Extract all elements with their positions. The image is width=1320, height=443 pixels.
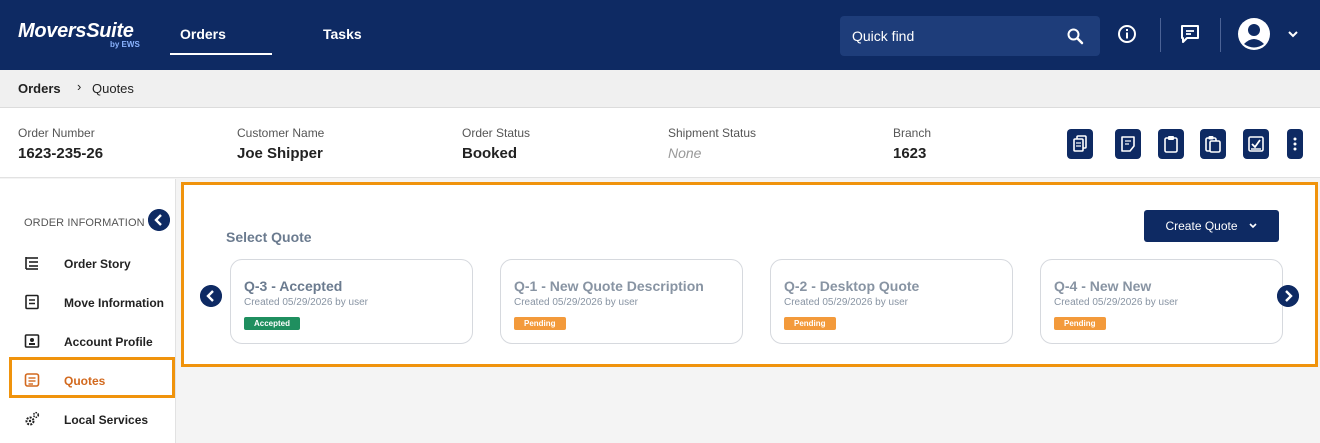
clipboard-copy-icon	[1205, 136, 1221, 153]
quotes-highlight-outline	[9, 357, 175, 398]
clipboard-button[interactable]	[1158, 129, 1184, 159]
order-number-value: 1623-235-26	[18, 145, 104, 162]
topbar-divider	[1160, 18, 1161, 52]
checklist-icon	[1248, 136, 1264, 152]
nav-tab-tasks[interactable]: Tasks	[323, 26, 362, 42]
user-avatar-icon[interactable]	[1237, 17, 1271, 51]
sidebar-item-order-story[interactable]: Order Story	[0, 244, 176, 282]
quote-card[interactable]: Q-3 - Accepted Created 05/29/2026 by use…	[230, 259, 473, 344]
select-quote-heading: Select Quote	[226, 229, 312, 245]
status-badge: Pending	[784, 317, 836, 330]
carousel-next-icon[interactable]	[1277, 285, 1299, 307]
order-status-label: Order Status	[462, 126, 531, 140]
clipboard-icon	[1164, 136, 1178, 153]
topbar-divider	[1220, 18, 1221, 52]
sidebar-item-label: Order Story	[64, 257, 131, 271]
nav-tab-orders[interactable]: Orders	[180, 26, 226, 42]
shipment-status-label: Shipment Status	[668, 126, 757, 140]
info-icon[interactable]	[1115, 22, 1139, 46]
copy-document-button[interactable]	[1067, 129, 1093, 159]
quote-created-meta: Created 05/29/2026 by user	[244, 297, 368, 308]
copy-document-icon	[1073, 135, 1087, 152]
more-actions-button[interactable]	[1287, 129, 1303, 159]
quote-card[interactable]: Q-4 - New New Created 05/29/2026 by user…	[1040, 259, 1283, 344]
chevron-down-icon	[1248, 223, 1257, 229]
message-icon[interactable]	[1178, 22, 1202, 46]
branch-label: Branch	[893, 126, 932, 140]
nav-tab-active-indicator	[170, 53, 272, 55]
collapse-sidebar-icon[interactable]	[148, 209, 170, 231]
quote-card[interactable]: Q-1 - New Quote Description Created 05/2…	[500, 259, 743, 344]
carousel-prev-icon[interactable]	[200, 285, 222, 307]
quote-created-meta: Created 05/29/2026 by user	[1054, 297, 1178, 308]
quote-card[interactable]: Q-2 - Desktop Quote Created 05/29/2026 b…	[770, 259, 1013, 344]
sidebar-item-label: Move Information	[64, 296, 165, 310]
quick-find-search[interactable]: Quick find	[840, 16, 1100, 56]
breadcrumb-orders-link[interactable]: Orders	[18, 81, 61, 96]
status-badge: Pending	[514, 317, 566, 330]
form-icon	[25, 294, 39, 310]
top-nav-bar: MoversSuite by EWS Orders Tasks Quick fi…	[0, 0, 1320, 70]
order-number-label: Order Number	[18, 126, 95, 140]
order-summary-bar: Order Number 1623-235-26 Customer Name J…	[0, 108, 1320, 178]
search-icon[interactable]	[1066, 27, 1084, 45]
customer-name-value: Joe Shipper	[237, 145, 323, 162]
sidebar-item-account-profile[interactable]: Account Profile	[0, 322, 176, 360]
sidebar-header: ORDER INFORMATION	[24, 217, 145, 229]
edit-note-button[interactable]	[1115, 129, 1141, 159]
order-sidebar: ORDER INFORMATION Order Story Move Infor…	[0, 179, 176, 443]
customer-name-label: Customer Name	[237, 126, 325, 140]
logo-subtitle: by EWS	[110, 40, 140, 49]
breadcrumb-separator: ›	[77, 79, 82, 94]
chevron-down-icon[interactable]	[1287, 29, 1299, 39]
quote-title: Q-3 - Accepted	[244, 278, 343, 294]
search-input[interactable]: Quick find	[852, 28, 914, 44]
quote-title: Q-4 - New New	[1054, 278, 1152, 294]
profile-folder-icon	[24, 334, 40, 348]
create-quote-button[interactable]: Create Quote	[1144, 210, 1279, 242]
sidebar-item-label: Local Services	[64, 413, 149, 427]
quote-created-meta: Created 05/29/2026 by user	[784, 297, 908, 308]
edit-note-icon	[1121, 136, 1135, 152]
status-badge: Accepted	[244, 317, 301, 330]
checklist-button[interactable]	[1243, 129, 1269, 159]
clipboard-copy-button[interactable]	[1200, 129, 1226, 159]
quote-title: Q-1 - New Quote Description	[514, 278, 704, 294]
quote-created-meta: Created 05/29/2026 by user	[514, 297, 638, 308]
more-vertical-icon	[1293, 137, 1297, 151]
order-status-value: Booked	[462, 145, 518, 162]
list-tree-icon	[25, 257, 38, 270]
gears-icon	[25, 411, 40, 426]
quote-title: Q-2 - Desktop Quote	[784, 278, 920, 294]
shipment-status-value: None	[668, 145, 702, 161]
status-badge: Pending	[1054, 317, 1106, 330]
breadcrumb-current: Quotes	[92, 81, 134, 96]
breadcrumb: Orders › Quotes	[0, 70, 1320, 108]
sidebar-item-move-information[interactable]: Move Information	[0, 283, 176, 321]
create-quote-label: Create Quote	[1165, 219, 1238, 233]
branch-value: 1623	[893, 145, 927, 162]
sidebar-item-label: Account Profile	[64, 335, 153, 349]
sidebar-item-local-services[interactable]: Local Services	[0, 400, 176, 438]
